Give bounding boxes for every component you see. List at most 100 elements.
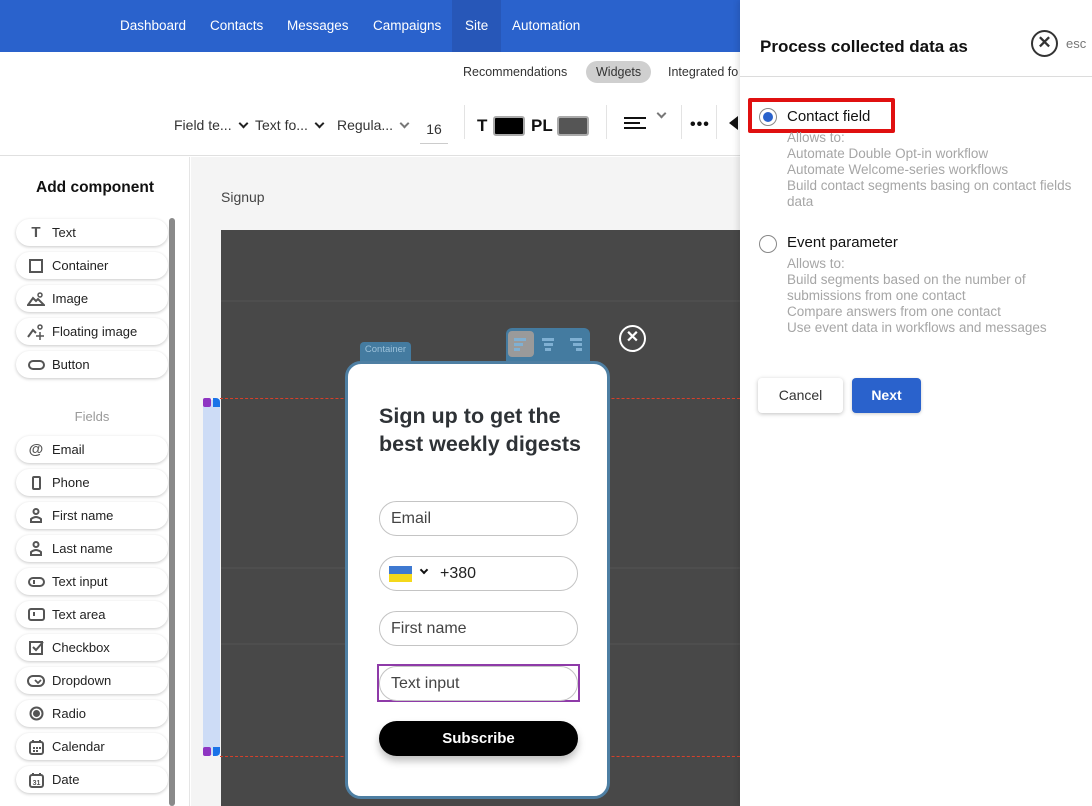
resize-handle-bottom-corner[interactable] (213, 747, 220, 756)
component-label: Floating image (52, 324, 138, 339)
component-floating-image[interactable]: Floating image (16, 318, 168, 345)
text-input-icon (27, 573, 45, 591)
close-icon[interactable]: ✕ (1031, 30, 1058, 57)
component-label: Text (52, 225, 76, 240)
text-color-label: T (477, 116, 488, 135)
email-input[interactable]: Email (379, 501, 578, 536)
container-align-bar (506, 328, 590, 362)
field-date[interactable]: 31 Date (16, 766, 168, 793)
field-calendar[interactable]: Calendar (16, 733, 168, 760)
subnav-integrated-forms[interactable]: Integrated fo (658, 61, 748, 83)
font-weight-value: Regula... (337, 117, 394, 133)
phone-icon (27, 474, 45, 492)
toolbar-divider (464, 105, 465, 139)
font-weight-select[interactable]: Regula... (337, 117, 410, 133)
chevron-down-icon (656, 108, 667, 119)
nav-automation[interactable]: Automation (503, 0, 589, 52)
calendar-icon (27, 738, 45, 756)
field-label: First name (52, 508, 114, 523)
field-radio[interactable]: Radio (16, 700, 168, 727)
description-line: Automate Welcome-series workflows (787, 162, 1009, 177)
text-icon: T (31, 224, 41, 241)
arrow-left-icon[interactable] (729, 116, 738, 130)
sidebar-title: Add component (36, 179, 154, 196)
field-label: Dropdown (52, 673, 112, 688)
chevron-down-icon (314, 118, 325, 128)
text-area-icon (27, 606, 45, 624)
more-horizontal-icon[interactable]: ••• (690, 117, 710, 133)
sidebar-scrollbar[interactable] (169, 218, 175, 806)
align-left-icon[interactable] (508, 331, 534, 357)
field-first-name[interactable]: First name (16, 502, 168, 529)
subnav-widgets[interactable]: Widgets (586, 61, 652, 83)
resize-handle-bottom[interactable] (203, 747, 211, 756)
contact-field-radio[interactable] (759, 108, 777, 126)
placeholder-color-label: PL (531, 116, 553, 135)
field-checkbox[interactable]: Checkbox (16, 634, 168, 661)
nav-site[interactable]: Site (452, 0, 502, 52)
toolbar-divider (716, 105, 717, 139)
canvas-gridline (221, 300, 740, 302)
contact-field-description: Allows to: Automate Double Opt-in workfl… (787, 130, 1087, 210)
align-center-icon[interactable] (535, 331, 561, 357)
nav-dashboard[interactable]: Dashboard (111, 0, 195, 52)
floating-image-icon (27, 323, 45, 341)
panel-divider (740, 76, 1092, 77)
text-format-select[interactable]: Text fo... (255, 117, 325, 133)
align-dropdown[interactable] (650, 108, 667, 119)
subscribe-button[interactable]: Subscribe (379, 721, 578, 756)
container-tag[interactable]: Container (360, 342, 411, 362)
toolbar-divider (681, 105, 682, 139)
description-line: Allows to: (787, 256, 845, 271)
popup-title[interactable]: Sign up to get the best weekly digests (379, 402, 589, 458)
popup-close-icon[interactable]: ✕ (619, 325, 646, 352)
field-phone[interactable]: Phone (16, 469, 168, 496)
component-label: Container (52, 258, 109, 273)
nav-campaigns[interactable]: Campaigns (364, 0, 450, 52)
align-left-icon[interactable] (624, 117, 646, 131)
field-text-select[interactable]: Field te... (174, 117, 249, 133)
selection-range-strip (203, 400, 220, 755)
resize-handle-top[interactable] (203, 398, 211, 407)
date-icon: 31 (27, 771, 45, 789)
chevron-down-icon[interactable] (419, 565, 429, 575)
next-button[interactable]: Next (852, 378, 921, 413)
text-color-swatch[interactable] (493, 116, 525, 136)
signup-popup[interactable]: Sign up to get the best weekly digests E… (345, 361, 610, 799)
sub-navigation: Recommendations Widgets Integrated fo (0, 52, 740, 90)
component-label: Button (52, 357, 90, 372)
field-text-area[interactable]: Text area (16, 601, 168, 628)
component-image[interactable]: Image (16, 285, 168, 312)
placeholder-color-swatch[interactable] (557, 116, 589, 136)
field-last-name[interactable]: Last name (16, 535, 168, 562)
ukraine-flag-icon[interactable] (389, 566, 412, 582)
phone-input[interactable]: +380 (379, 556, 578, 591)
field-dropdown[interactable]: Dropdown (16, 667, 168, 694)
field-text-value: Field te... (174, 117, 232, 133)
contact-field-label[interactable]: Contact field (787, 108, 870, 125)
component-button[interactable]: Button (16, 351, 168, 378)
text-input-field[interactable]: Text input (379, 666, 578, 701)
resize-handle-top-corner[interactable] (213, 398, 220, 407)
event-parameter-radio[interactable] (759, 235, 777, 253)
component-text[interactable]: T Text (16, 219, 168, 246)
nav-contacts[interactable]: Contacts (201, 0, 272, 52)
component-container[interactable]: Container (16, 252, 168, 279)
widget-name: Signup (221, 189, 265, 205)
nav-messages[interactable]: Messages (278, 0, 358, 52)
align-right-icon[interactable] (562, 331, 588, 357)
first-name-input[interactable]: First name (379, 611, 578, 646)
field-text-input[interactable]: Text input (16, 568, 168, 595)
description-line: Build segments based on the number of (787, 272, 1026, 287)
description-line: Allows to: (787, 130, 845, 145)
cancel-button[interactable]: Cancel (758, 378, 843, 413)
subnav-recommendations[interactable]: Recommendations (453, 61, 577, 83)
svg-text:31: 31 (32, 780, 40, 787)
field-email[interactable]: @ Email (16, 436, 168, 463)
font-size-input[interactable]: 16 (420, 118, 448, 144)
event-parameter-label[interactable]: Event parameter (787, 234, 898, 251)
fields-section-label: Fields (74, 409, 110, 424)
description-line: Use event data in workflows and messages (787, 320, 1047, 335)
at-icon: @ (28, 441, 44, 458)
toolbar-divider (606, 105, 607, 139)
